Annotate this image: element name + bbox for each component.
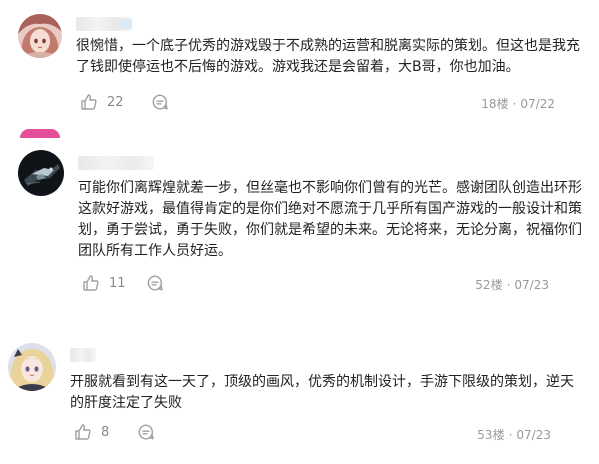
avatar[interactable] (18, 14, 62, 58)
comment-date: 07/23 (514, 278, 549, 292)
comment-date: 07/22 (520, 97, 555, 111)
avatar-partial (20, 129, 60, 138)
thumbs-up-icon[interactable] (80, 93, 98, 111)
comment-actions: 8 (74, 422, 109, 442)
anime-girl-avatar-icon (18, 14, 62, 58)
comment-text: 开服就看到有这一天了，顶级的画风，优秀的机制设计，手游下限级的策划，逆天的肝度注… (70, 374, 574, 411)
floor-number: 53楼 (477, 428, 505, 442)
comment-actions: 11 (82, 273, 126, 293)
dark-mech-avatar-icon (18, 150, 64, 196)
reply-bubble-icon[interactable] (151, 93, 169, 111)
comment-text: 很惋惜，一个底子优秀的游戏毁于不成熟的运营和脱离实际的策划。但这也是我充了钱即使… (76, 38, 580, 75)
avatar[interactable] (8, 343, 56, 391)
reply-bubble-icon[interactable] (137, 423, 155, 441)
comment-actions: 22 (80, 92, 124, 112)
comment-meta: 52楼 · 07/23 (475, 278, 549, 292)
comment-date: 07/23 (516, 428, 551, 442)
thumbs-up-icon[interactable] (74, 423, 92, 441)
username-redacted[interactable] (78, 156, 154, 170)
like-count[interactable]: 8 (101, 425, 109, 440)
username-redacted[interactable] (76, 17, 132, 31)
floor-number: 52楼 (475, 278, 503, 292)
username-redacted[interactable] (70, 348, 96, 362)
like-count[interactable]: 22 (107, 95, 124, 110)
avatar[interactable] (18, 150, 64, 196)
thumbs-up-icon[interactable] (82, 274, 100, 292)
comment-meta: 53楼 · 07/23 (477, 428, 551, 442)
comment-meta: 18楼 · 07/22 (481, 97, 555, 111)
blonde-girl-avatar-icon (8, 343, 56, 391)
floor-number: 18楼 (481, 97, 509, 111)
like-count[interactable]: 11 (109, 276, 126, 291)
comment-text: 可能你们离辉煌就差一步，但丝毫也不影响你们曾有的光芒。感谢团队创造出环形这款好游… (78, 180, 582, 259)
reply-bubble-icon[interactable] (146, 274, 164, 292)
